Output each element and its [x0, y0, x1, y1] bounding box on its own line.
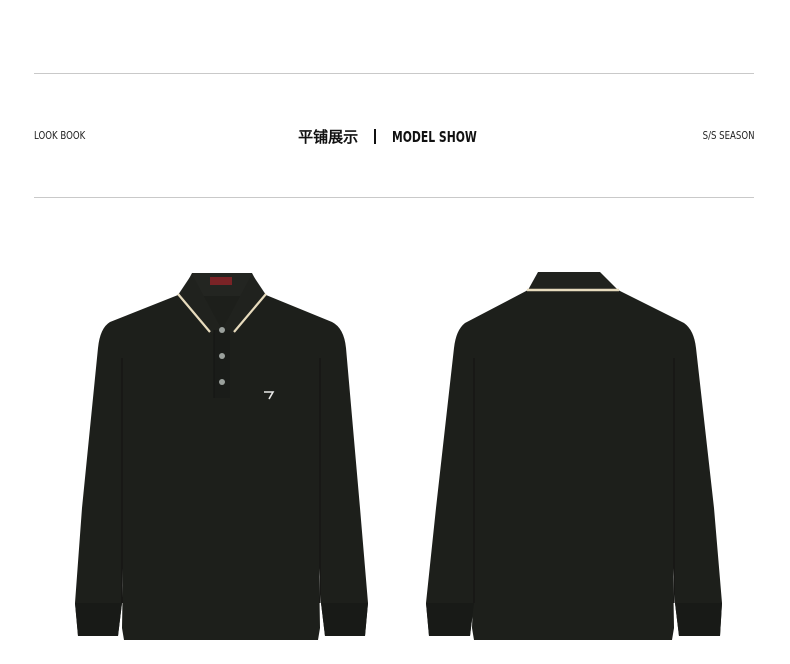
bottom-divider — [34, 197, 754, 198]
title-en: MODEL SHOW — [392, 127, 477, 146]
polo-shirt-front-image — [70, 268, 370, 648]
header-band: LOOK BOOK 平铺展示 MODEL SHOW S/S SEASON — [34, 74, 754, 197]
section-title: 平铺展示 MODEL SHOW — [34, 126, 754, 147]
season-label: S/S SEASON — [702, 129, 754, 142]
polo-shirt-back-image — [420, 268, 730, 648]
title-cn: 平铺展示 — [298, 128, 359, 146]
title-separator — [374, 129, 377, 144]
